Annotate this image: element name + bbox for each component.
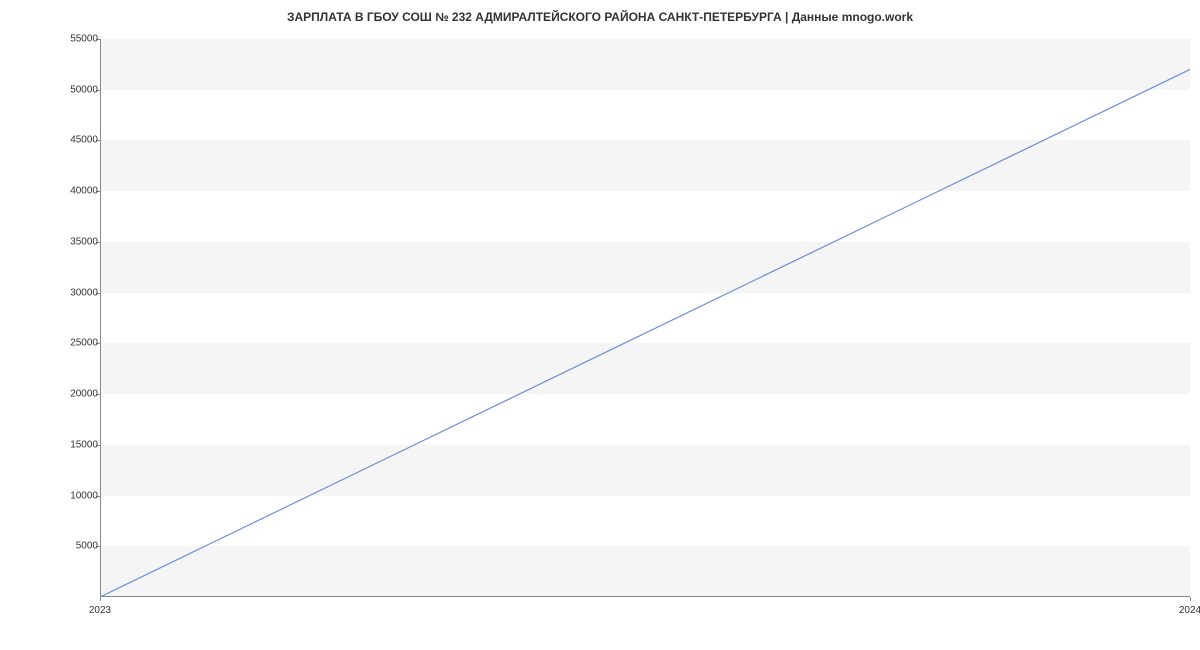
grid-band: [100, 140, 1190, 191]
grid-band: [100, 242, 1190, 293]
y-tick-label: 20000: [70, 389, 98, 400]
x-tick-mark: [100, 597, 101, 601]
chart-title: ЗАРПЛАТА В ГБОУ СОШ № 232 АДМИРАЛТЕЙСКОГ…: [0, 10, 1200, 24]
grid-band: [100, 445, 1190, 496]
y-tick-label: 5000: [76, 541, 98, 552]
y-tick-label: 25000: [70, 338, 98, 349]
chart-container: ЗАРПЛАТА В ГБОУ СОШ № 232 АДМИРАЛТЕЙСКОГ…: [0, 0, 1200, 650]
x-tick-label: 2023: [89, 605, 111, 616]
data-line: [100, 39, 1190, 597]
y-tick-label: 55000: [70, 34, 98, 45]
grid-band: [100, 546, 1190, 597]
grid-band: [100, 343, 1190, 394]
x-tick-label: 2024: [1179, 605, 1200, 616]
y-tick-label: 35000: [70, 236, 98, 247]
y-axis-line: [100, 39, 101, 597]
plot-area: [100, 39, 1190, 597]
y-tick-label: 10000: [70, 490, 98, 501]
y-tick-label: 50000: [70, 84, 98, 95]
y-tick-label: 40000: [70, 186, 98, 197]
y-tick-label: 45000: [70, 135, 98, 146]
grid-band: [100, 39, 1190, 90]
x-axis-line: [100, 596, 1190, 597]
x-tick-mark: [1190, 597, 1191, 601]
y-tick-label: 30000: [70, 287, 98, 298]
y-tick-label: 15000: [70, 439, 98, 450]
